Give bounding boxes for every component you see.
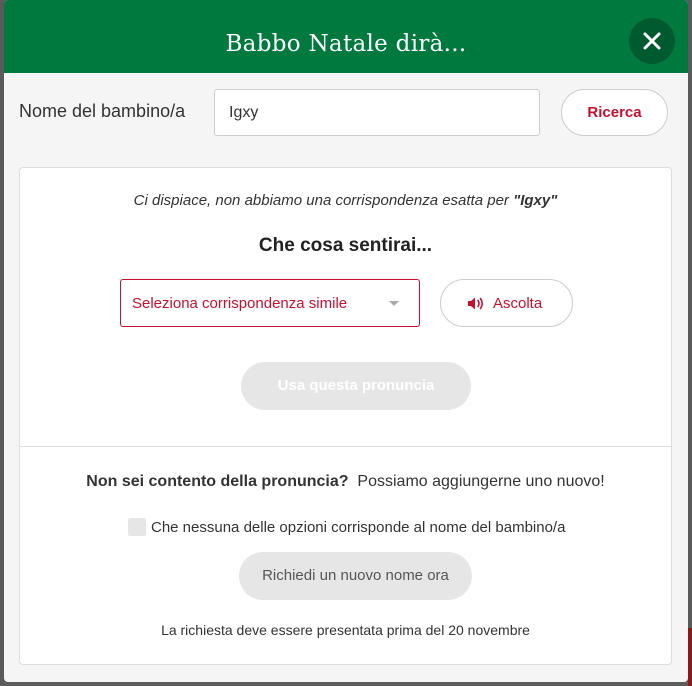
modal-title: Babbo Natale dirà... xyxy=(225,31,467,57)
no-option-matches-label[interactable]: Che nessuna delle opzioni corrisponde al… xyxy=(151,519,565,536)
no-match-notice-text: Ci dispiace, non abbiamo una corrisponde… xyxy=(133,192,514,209)
searched-name: "Igxy" xyxy=(513,192,558,209)
page-background-right xyxy=(688,0,692,686)
chevron-down-icon xyxy=(389,301,399,306)
unhappy-prompt: Non sei contento della pronuncia? Possia… xyxy=(20,473,671,491)
child-name-label: Nome del bambino/a xyxy=(19,101,186,121)
child-name-input[interactable] xyxy=(214,89,540,136)
no-match-notice: Ci dispiace, non abbiamo una corrisponde… xyxy=(20,192,671,209)
listen-button[interactable]: Ascolta xyxy=(440,279,573,327)
pronunciation-modal: Babbo Natale dirà... Nome del bambino/a … xyxy=(4,0,688,682)
section-divider xyxy=(20,446,671,447)
no-option-matches-checkbox[interactable] xyxy=(128,518,146,536)
request-deadline-text: La richiesta deve essere presentata prim… xyxy=(161,622,530,638)
search-button[interactable]: Ricerca xyxy=(561,89,668,136)
unhappy-question: Non sei contento della pronuncia? xyxy=(86,473,349,490)
similar-match-select[interactable]: Seleziona corrispondenza simile xyxy=(120,279,420,327)
what-you-will-hear-heading: Che cosa sentirai... xyxy=(258,235,433,256)
page-background-red-edge xyxy=(688,628,692,686)
use-pronunciation-button[interactable]: Usa questa pronuncia xyxy=(241,362,471,410)
close-button[interactable] xyxy=(629,18,675,64)
close-icon xyxy=(643,32,661,50)
similar-match-placeholder: Seleziona corrispondenza simile xyxy=(132,295,348,312)
listen-button-label: Ascolta xyxy=(493,295,543,312)
modal-header: Babbo Natale dirà... xyxy=(4,0,688,73)
unhappy-offer: Possiamo aggiungerne uno nuovo! xyxy=(357,473,605,490)
result-panel: Ci dispiace, non abbiamo una corrisponde… xyxy=(19,167,672,665)
request-new-name-button[interactable]: Richiedi un nuovo nome ora xyxy=(239,552,472,600)
speaker-icon xyxy=(468,297,484,310)
